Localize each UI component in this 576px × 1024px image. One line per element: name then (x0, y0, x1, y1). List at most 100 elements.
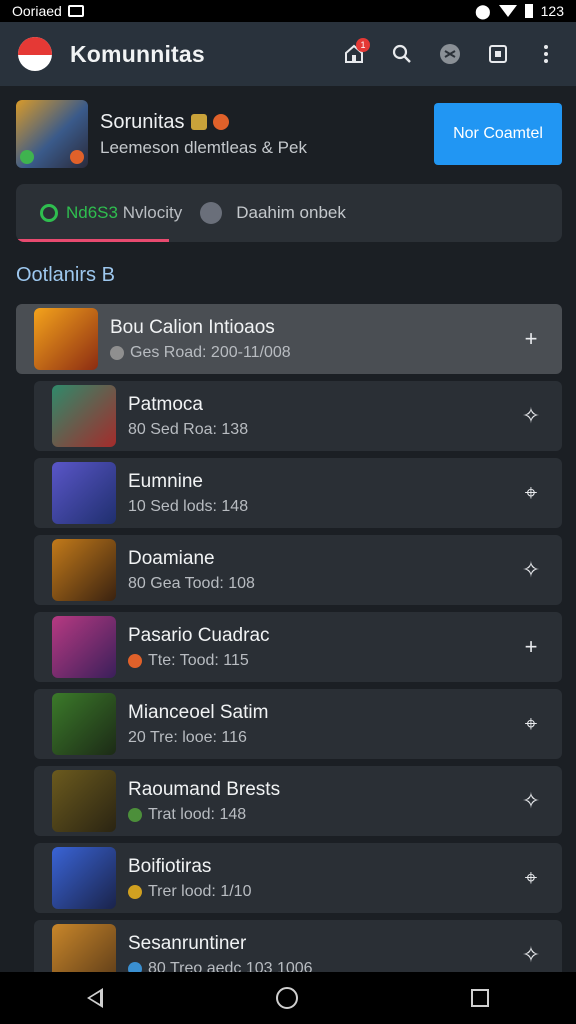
recent-apps-icon[interactable] (471, 989, 490, 1007)
back-icon[interactable] (86, 988, 103, 1008)
search-icon[interactable] (388, 40, 416, 68)
app-title: Komunnitas (70, 40, 205, 67)
item-title: Raoumand Brests (128, 778, 281, 800)
list-item[interactable]: Bou Calion Intioaos Ges Road: 200-11/008 + (16, 304, 562, 374)
signal-icon: ⬤ (474, 2, 491, 19)
home-notification-icon[interactable]: 1 (340, 38, 370, 68)
status-left: Ooriaed (12, 3, 84, 19)
more-vert-icon[interactable] (532, 40, 560, 68)
gamepad-icon[interactable] (436, 40, 464, 68)
item-text: Mianceoel Satim 20 Tre: looe: 116 (128, 702, 562, 747)
item-text: Patmoca 80 Sed Roa: 138 (128, 394, 562, 439)
community-list: Bou Calion Intioaos Ges Road: 200-11/008 +… (16, 304, 562, 990)
featured-title: Sorunitas (100, 110, 185, 133)
progress-bar (16, 239, 169, 242)
status-dot-icon (128, 884, 142, 899)
carrier-text: Ooriaed (12, 3, 62, 19)
item-subtitle-row: 80 Sed Roa: 138 (128, 421, 562, 439)
home-icon[interactable] (275, 987, 298, 1009)
online-status-icon (40, 204, 58, 222)
list-item[interactable]: Doamiane 80 Gea Tood: 108 ✧ (34, 535, 562, 605)
featured-thumbnail (16, 100, 88, 168)
item-subtitle: Tte: Tood: 115 (148, 651, 249, 669)
item-thumbnail (52, 847, 116, 909)
item-title: Boifiotiras (128, 855, 212, 877)
item-subtitle: Trat lood: 148 (148, 805, 247, 823)
featured-card[interactable]: Sorunitas Leemeson dlemtleas & Pek Nor C… (16, 96, 562, 172)
screenshot-icon (67, 5, 84, 17)
item-thumbnail (34, 308, 98, 370)
square-icon[interactable] (484, 40, 512, 68)
item-subtitle-row: Tte: Tood: 115 (128, 652, 562, 670)
settings-icon[interactable]: ✧ (518, 788, 544, 814)
status-bar: Ooriaed ⬤ 123 (0, 0, 576, 22)
app-logo-icon (18, 37, 52, 71)
settings-icon[interactable]: ✧ (518, 403, 544, 429)
item-title: Pasario Cuadrac (128, 624, 270, 646)
item-text: Bou Calion Intioaos Ges Road: 200-11/008 (110, 317, 562, 362)
item-thumbnail (52, 462, 116, 524)
item-subtitle: 10 Sed lods: 148 (128, 497, 249, 515)
app-actions: 1 (340, 22, 560, 86)
thumb-badge-icon (20, 150, 34, 164)
app-bar: Komunnitas 1 (0, 22, 576, 86)
thumb-badge-icon (70, 150, 84, 164)
status-dot-icon (128, 807, 142, 822)
pin-icon[interactable]: ⌖ (518, 711, 544, 737)
item-title: Mianceoel Satim (128, 701, 269, 723)
info-note: Daahim onbek (236, 203, 346, 222)
status-dot-icon (110, 345, 124, 360)
plus-icon[interactable]: + (518, 326, 544, 352)
avatar (200, 202, 223, 224)
item-text: Raoumand Brests Trat lood: 148 (128, 779, 562, 824)
list-item[interactable]: Pasario Cuadrac Tte: Tood: 115 + (34, 612, 562, 682)
item-subtitle: 80 Gea Tood: 108 (128, 574, 255, 592)
item-thumbnail (52, 770, 116, 832)
plus-icon[interactable]: + (518, 634, 544, 660)
content: Sorunitas Leemeson dlemtleas & Pek Nor C… (0, 86, 576, 990)
featured-subtitle: Leemeson dlemtleas & Pek (100, 137, 307, 157)
settings-icon[interactable]: ✧ (518, 557, 544, 583)
item-text: Boifiotiras Trer lood: 1/10 (128, 856, 562, 901)
item-text: Doamiane 80 Gea Tood: 108 (128, 548, 562, 593)
list-item[interactable]: Mianceoel Satim 20 Tre: looe: 116 ⌖ (34, 689, 562, 759)
primary-action-button[interactable]: Nor Coamtel (434, 103, 562, 165)
settings-icon[interactable]: ✧ (518, 942, 544, 968)
item-thumbnail (52, 539, 116, 601)
pin-icon[interactable]: ⌖ (518, 480, 544, 506)
item-subtitle-row: Trat lood: 148 (128, 806, 562, 824)
pin-icon[interactable]: ⌖ (518, 865, 544, 891)
item-thumbnail (52, 385, 116, 447)
emoji-icon (190, 114, 207, 130)
section-title: Ootlanirs B (16, 264, 115, 286)
status-right: ⬤ 123 (475, 3, 564, 20)
clock-text: 123 (540, 3, 564, 19)
wifi-icon (498, 5, 517, 17)
item-subtitle: Trer lood: 1/10 (148, 882, 252, 900)
status-label: Nd6S3 (66, 203, 118, 222)
item-title: Sesanruntiner (128, 932, 247, 954)
item-title: Bou Calion Intioaos (110, 316, 275, 338)
featured-title-row: Sorunitas (100, 111, 434, 134)
list-item[interactable]: Patmoca 80 Sed Roa: 138 ✧ (34, 381, 562, 451)
info-card[interactable]: Nd6S3 Nvlocity Daahim onbek (16, 184, 562, 242)
status-dot-icon (128, 653, 142, 668)
item-subtitle: 20 Tre: looe: 116 (128, 728, 247, 746)
item-subtitle: 80 Sed Roa: 138 (128, 420, 249, 438)
status-text: Nd6S3 Nvlocity (66, 203, 182, 223)
item-subtitle: Ges Road: 200-11/008 (130, 343, 291, 361)
item-subtitle-row: Ges Road: 200-11/008 (110, 344, 562, 362)
system-nav-bar (0, 972, 576, 1024)
item-subtitle-row: 20 Tre: looe: 116 (128, 729, 562, 747)
item-thumbnail (52, 693, 116, 755)
item-thumbnail (52, 616, 116, 678)
item-title: Doamiane (128, 547, 215, 569)
item-title: Patmoca (128, 393, 203, 415)
item-subtitle-row: 10 Sed lods: 148 (128, 498, 562, 516)
emoji-icon (212, 114, 229, 130)
list-item[interactable]: Eumnine 10 Sed lods: 148 ⌖ (34, 458, 562, 528)
status-detail: Nvlocity (122, 203, 183, 222)
item-text: Sesanruntiner 80 Treo aedc 103 1006 (128, 933, 562, 978)
list-item[interactable]: Boifiotiras Trer lood: 1/10 ⌖ (34, 843, 562, 913)
list-item[interactable]: Raoumand Brests Trat lood: 148 ✧ (34, 766, 562, 836)
